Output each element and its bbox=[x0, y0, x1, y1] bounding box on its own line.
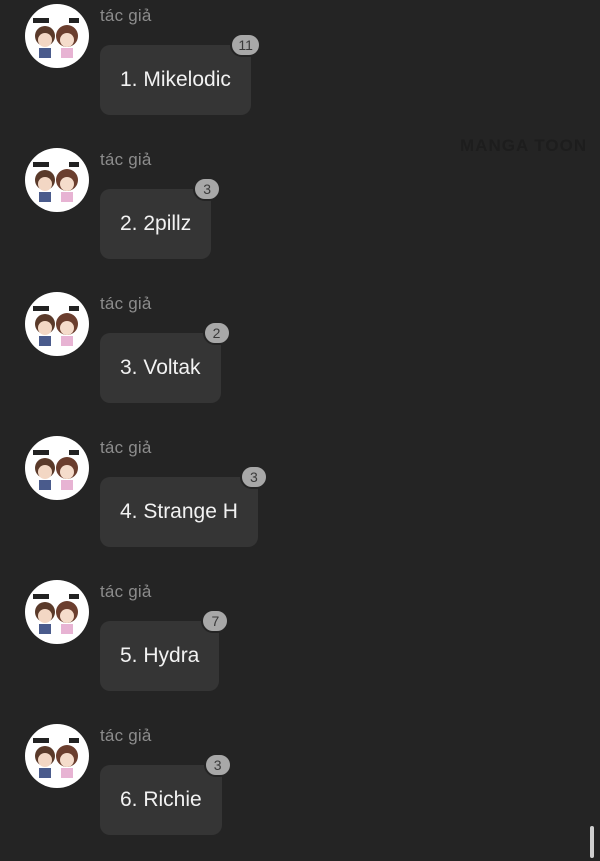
chat-feed: MANGA TOON tác giả 1. Mikelodic 11 tác g… bbox=[0, 0, 600, 861]
avatar[interactable] bbox=[25, 148, 89, 212]
avatar[interactable] bbox=[25, 292, 89, 356]
chat-message: tác giả 1. Mikelodic 11 bbox=[0, 0, 600, 144]
chat-message: tác giả 3. Voltak 2 bbox=[0, 288, 600, 432]
message-text: 1. Mikelodic bbox=[120, 68, 231, 91]
avatar-illustration-icon bbox=[33, 450, 79, 490]
avatar[interactable] bbox=[25, 724, 89, 788]
message-text: 2. 2pillz bbox=[120, 212, 192, 235]
reaction-count-badge[interactable]: 3 bbox=[239, 465, 268, 489]
reaction-count-badge[interactable]: 2 bbox=[202, 321, 231, 345]
reaction-count-badge[interactable]: 3 bbox=[203, 753, 232, 777]
avatar[interactable] bbox=[25, 436, 89, 500]
reaction-count-badge[interactable]: 7 bbox=[201, 609, 230, 633]
avatar-illustration-icon bbox=[33, 594, 79, 634]
sender-name: tác giả bbox=[100, 294, 152, 313]
scrollbar[interactable] bbox=[590, 826, 594, 858]
message-bubble[interactable]: 4. Strange H 3 bbox=[100, 465, 268, 547]
avatar-illustration-icon bbox=[33, 738, 79, 778]
message-bubble[interactable]: 2. 2pillz 3 bbox=[100, 177, 222, 259]
message-text: 4. Strange H bbox=[120, 500, 238, 523]
reaction-count-badge[interactable]: 11 bbox=[230, 33, 261, 57]
chat-message: tác giả 2. 2pillz 3 bbox=[0, 144, 600, 288]
message-bubble[interactable]: 3. Voltak 2 bbox=[100, 321, 231, 403]
chat-message: tác giả 5. Hydra 7 bbox=[0, 576, 600, 720]
avatar-illustration-icon bbox=[33, 162, 79, 202]
avatar[interactable] bbox=[25, 4, 89, 68]
sender-name: tác giả bbox=[100, 150, 152, 169]
avatar-illustration-icon bbox=[33, 306, 79, 346]
message-text: 6. Richie bbox=[120, 788, 202, 811]
avatar[interactable] bbox=[25, 580, 89, 644]
message-text: 5. Hydra bbox=[120, 644, 200, 667]
message-text: 3. Voltak bbox=[120, 356, 201, 379]
sender-name: tác giả bbox=[100, 582, 152, 601]
chat-message: tác giả 6. Richie 3 bbox=[0, 720, 600, 861]
chat-message: tác giả 4. Strange H 3 bbox=[0, 432, 600, 576]
sender-name: tác giả bbox=[100, 726, 152, 745]
sender-name: tác giả bbox=[100, 438, 152, 457]
sender-name: tác giả bbox=[100, 6, 152, 25]
reaction-count-badge[interactable]: 3 bbox=[193, 177, 222, 201]
message-bubble[interactable]: 5. Hydra 7 bbox=[100, 609, 230, 691]
avatar-illustration-icon bbox=[33, 18, 79, 58]
message-bubble[interactable]: 1. Mikelodic 11 bbox=[100, 33, 261, 115]
message-bubble[interactable]: 6. Richie 3 bbox=[100, 753, 232, 835]
